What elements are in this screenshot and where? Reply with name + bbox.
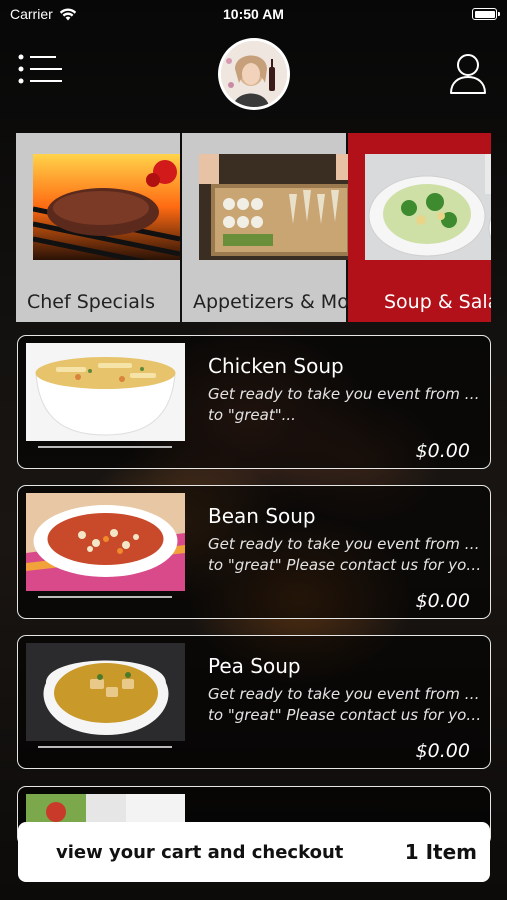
restaurant-logo-avatar[interactable] [218, 38, 290, 110]
battery-icon [472, 8, 500, 20]
carrier-label: Carrier [10, 6, 53, 22]
category-carousel[interactable]: Chef Specials Appetizers & More Soup & S… [16, 133, 491, 322]
item-price: $0.00 [415, 590, 470, 612]
view-cart-button[interactable]: view your cart and checkout 1 Item [18, 822, 490, 882]
wifi-icon [59, 8, 76, 20]
image-divider [38, 446, 172, 448]
profile-button[interactable] [448, 52, 488, 96]
item-description: Get ready to take you event from good to… [208, 384, 483, 426]
item-name: Pea Soup [208, 654, 301, 678]
menu-item-chicken-soup[interactable]: Chicken Soup Get ready to take you event… [17, 335, 491, 469]
item-image-pea-soup [26, 643, 185, 741]
cart-count: 1 Item [404, 840, 477, 864]
item-description: Get ready to take you event from good to… [208, 684, 483, 726]
category-chef-specials[interactable]: Chef Specials [16, 133, 181, 322]
image-divider [38, 746, 172, 748]
item-name: Bean Soup [208, 504, 316, 528]
item-description-line: Get ready to take you event from good [208, 535, 483, 553]
category-image-appetizer-platter [199, 154, 356, 260]
menu-button[interactable] [18, 54, 66, 88]
menu-item-bean-soup[interactable]: Bean Soup Get ready to take you event fr… [17, 485, 491, 619]
item-image-bean-soup [26, 493, 185, 591]
list-menu-icon [18, 54, 62, 84]
item-price: $0.00 [415, 440, 470, 462]
item-description-line: Get ready to take you event from good [208, 685, 483, 703]
category-image-grilled-steak [32, 154, 181, 272]
cart-label: view your cart and checkout [56, 841, 344, 863]
category-label: Chef Specials [27, 291, 156, 313]
item-description-line: to "great" Please contact us for your... [208, 556, 483, 574]
item-name: Chicken Soup [208, 354, 344, 378]
item-image-chicken-noodle-soup [26, 343, 185, 441]
category-label: Soup & Salad [384, 291, 491, 313]
user-profile-icon [450, 54, 486, 94]
image-divider [38, 596, 172, 598]
item-description-line: to "great"... [208, 406, 296, 424]
item-price: $0.00 [415, 740, 470, 762]
chef-portrait-icon [221, 41, 287, 107]
item-description-line: to "great" Please contact us for your... [208, 706, 483, 724]
category-label: Appetizers & More [193, 291, 368, 313]
menu-item-pea-soup[interactable]: Pea Soup Get ready to take you event fro… [17, 635, 491, 769]
item-description-line: Get ready to take you event from good [208, 385, 483, 403]
category-appetizers[interactable]: Appetizers & More [182, 133, 368, 322]
category-image-salad-and-soup [365, 154, 491, 260]
item-description: Get ready to take you event from good to… [208, 534, 483, 576]
header [0, 30, 507, 112]
status-bar: Carrier 10:50 AM [0, 0, 507, 28]
category-soup-salad[interactable]: Soup & Salad [348, 133, 491, 322]
